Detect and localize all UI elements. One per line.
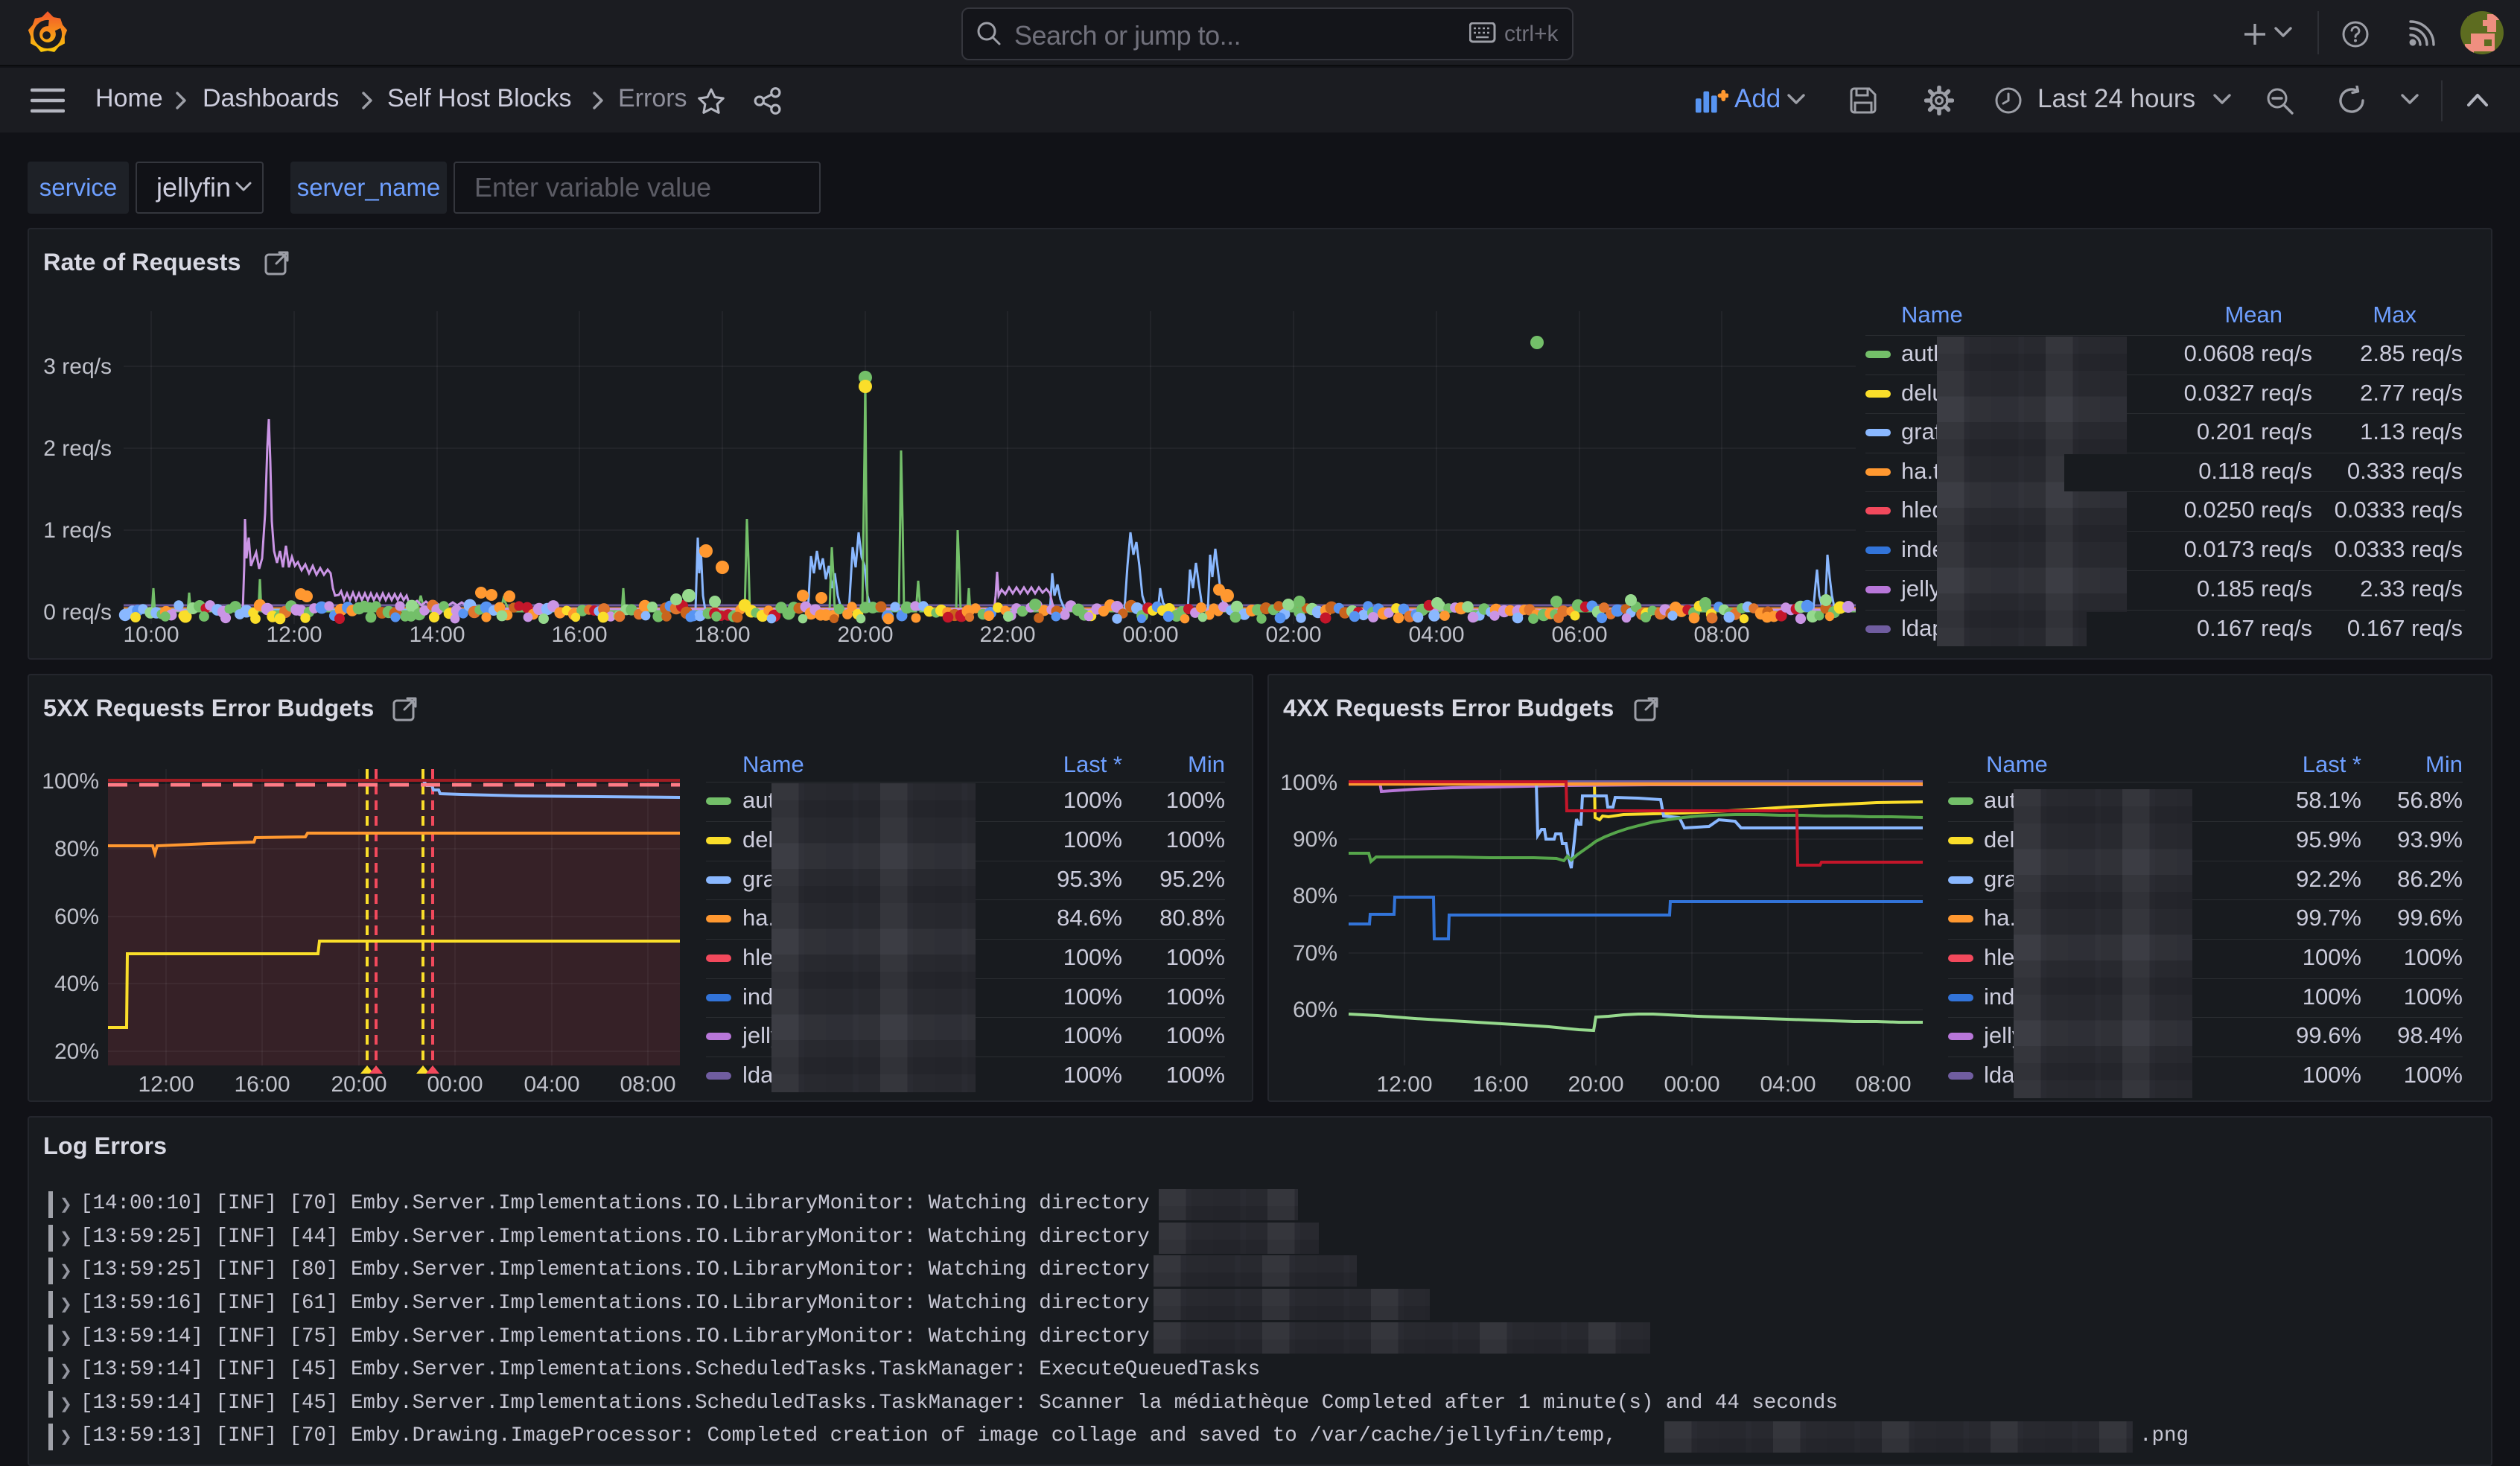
svg-text:16:00: 16:00 [234,1072,290,1097]
svg-text:16:00: 16:00 [551,622,607,647]
svg-text:100%: 100% [1280,771,1337,795]
svg-text:08:00: 08:00 [1855,1072,1911,1097]
svg-text:06:00: 06:00 [1551,622,1607,647]
svg-text:08:00: 08:00 [1693,622,1749,647]
svg-text:16:00: 16:00 [1472,1072,1528,1097]
svg-text:80%: 80% [1293,884,1337,908]
svg-text:04:00: 04:00 [524,1072,579,1097]
svg-text:3 req/s: 3 req/s [43,354,112,379]
svg-text:02:00: 02:00 [1265,622,1321,647]
svg-text:60%: 60% [1293,998,1337,1022]
svg-text:00:00: 00:00 [1664,1072,1719,1097]
svg-text:80%: 80% [54,837,99,861]
svg-text:12:00: 12:00 [1376,1072,1432,1097]
svg-text:22:00: 22:00 [979,622,1035,647]
svg-text:0 req/s: 0 req/s [43,600,112,625]
svg-text:10:00: 10:00 [123,622,179,647]
svg-text:12:00: 12:00 [138,1072,194,1097]
svg-text:04:00: 04:00 [1408,622,1464,647]
svg-text:1 req/s: 1 req/s [43,518,112,543]
svg-text:20:00: 20:00 [837,622,893,647]
svg-text:04:00: 04:00 [1760,1072,1816,1097]
svg-text:20%: 20% [54,1039,99,1064]
svg-text:70%: 70% [1293,941,1337,966]
svg-text:60%: 60% [54,905,99,929]
svg-text:00:00: 00:00 [427,1072,483,1097]
svg-text:18:00: 18:00 [694,622,750,647]
svg-text:12:00: 12:00 [266,622,322,647]
svg-text:20:00: 20:00 [331,1072,386,1097]
svg-text:2 req/s: 2 req/s [43,436,112,461]
svg-text:14:00: 14:00 [409,622,465,647]
svg-text:08:00: 08:00 [620,1072,675,1097]
svg-text:90%: 90% [1293,827,1337,852]
svg-text:100%: 100% [42,769,99,794]
svg-text:20:00: 20:00 [1568,1072,1623,1097]
svg-text:40%: 40% [54,972,99,996]
svg-text:00:00: 00:00 [1122,622,1178,647]
